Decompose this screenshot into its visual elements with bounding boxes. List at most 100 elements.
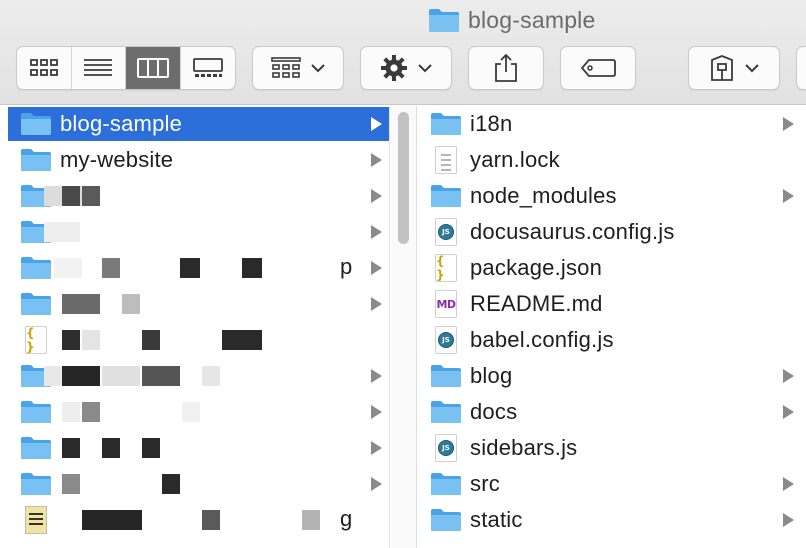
vertical-scrollbar[interactable]	[390, 106, 417, 548]
folder-row[interactable]	[0, 358, 389, 394]
redacted-block	[162, 474, 180, 494]
view-mode-segmented-control[interactable]	[16, 46, 236, 90]
dropbox-icon	[711, 55, 733, 81]
parent-column: blog-sample my-website p { } g	[0, 106, 390, 548]
js-file-icon: JS	[430, 326, 462, 354]
icons-view-button[interactable]	[17, 47, 72, 89]
js-file-badge: JS	[438, 332, 454, 348]
list-view-button[interactable]	[72, 47, 126, 89]
folder-row[interactable]: static	[417, 502, 806, 538]
item-label-fragment: p	[340, 254, 353, 279]
scrollbar-thumb[interactable]	[398, 112, 409, 244]
disclosure-arrow-icon	[783, 477, 794, 491]
folder-row[interactable]	[0, 286, 389, 322]
file-row[interactable]: MD README.md	[417, 286, 806, 322]
json-file-badge: { }	[436, 254, 445, 282]
markdown-file-icon: MD	[430, 290, 462, 318]
finder-toolbar: blog-sample	[0, 0, 806, 105]
redacted-block	[180, 258, 200, 278]
folder-row[interactable]: blog-sample	[0, 106, 389, 142]
file-row[interactable]: yarn.lock	[417, 142, 806, 178]
redacted-block	[82, 402, 100, 422]
redacted-block	[62, 402, 80, 422]
redacted-block	[142, 330, 160, 350]
file-row[interactable]: JS sidebars.js	[417, 430, 806, 466]
disclosure-arrow-icon	[371, 405, 382, 419]
redacted-block	[82, 186, 100, 206]
folder-icon	[20, 146, 52, 174]
folder-icon	[430, 506, 462, 534]
item-label: package.json	[470, 255, 603, 280]
disclosure-arrow-icon	[783, 369, 794, 383]
chevron-down-icon	[745, 64, 759, 73]
dropbox-button[interactable]	[688, 46, 780, 90]
disclosure-arrow-icon	[783, 189, 794, 203]
file-row[interactable]: JS docusaurus.config.js	[417, 214, 806, 250]
group-by-button[interactable]	[252, 46, 344, 90]
folder-row[interactable]	[0, 214, 389, 250]
disclosure-arrow-icon	[371, 117, 382, 131]
item-label: static	[470, 507, 523, 532]
disclosure-arrow-icon	[371, 189, 382, 203]
folder-row[interactable]: i18n	[417, 106, 806, 142]
share-button[interactable]	[468, 46, 544, 90]
redacted-block	[102, 438, 120, 458]
item-label: babel.config.js	[470, 327, 614, 352]
gallery-view-button[interactable]	[181, 47, 236, 89]
folder-row[interactable]: p	[0, 250, 389, 286]
disclosure-arrow-icon	[783, 405, 794, 419]
json-file-icon: { }	[20, 326, 52, 354]
file-row[interactable]: { }	[0, 322, 389, 358]
item-label: docs	[470, 399, 518, 424]
folder-row[interactable]: src	[417, 466, 806, 502]
folder-icon	[428, 7, 460, 33]
redacted-block	[82, 510, 142, 530]
redacted-block	[202, 510, 220, 530]
columns-view-button[interactable]	[126, 47, 181, 89]
folder-row[interactable]	[0, 466, 389, 502]
folder-row[interactable]	[0, 430, 389, 466]
folder-icon	[430, 362, 462, 390]
item-label-fragment: g	[340, 506, 353, 531]
overflow-toolbar-button[interactable]	[796, 46, 806, 90]
disclosure-arrow-icon	[371, 225, 382, 239]
file-row[interactable]: JS babel.config.js	[417, 322, 806, 358]
redacted-block	[62, 186, 80, 206]
folder-row[interactable]: blog	[417, 358, 806, 394]
item-label: yarn.lock	[470, 147, 560, 172]
item-label: i18n	[470, 111, 513, 136]
disclosure-arrow-icon	[371, 153, 382, 167]
item-label: node_modules	[470, 183, 617, 208]
window-title: blog-sample	[428, 4, 596, 36]
folder-row[interactable]: node_modules	[417, 178, 806, 214]
disclosure-arrow-icon	[783, 513, 794, 527]
item-label: sidebars.js	[470, 435, 578, 460]
action-button[interactable]	[360, 46, 452, 90]
disclosure-arrow-icon	[371, 477, 382, 491]
column-browser: blog-sample my-website p { } g i18n yarn.lock…	[0, 106, 806, 548]
redacted-block	[122, 294, 140, 314]
file-row[interactable]: { } package.json	[417, 250, 806, 286]
folder-row[interactable]: my-website	[0, 142, 389, 178]
item-label: README.md	[470, 291, 603, 316]
redacted-block	[142, 366, 180, 386]
redacted-block	[242, 258, 262, 278]
folder-row[interactable]	[0, 178, 389, 214]
gear-icon	[381, 55, 407, 81]
folder-row[interactable]: docs	[417, 394, 806, 430]
redacted-block	[62, 438, 80, 458]
redacted-block	[182, 402, 200, 422]
js-file-badge: JS	[438, 440, 454, 456]
folder-icon	[430, 398, 462, 426]
columns-icon	[136, 58, 169, 78]
item-label: blog-sample	[60, 111, 183, 136]
image-file-icon	[20, 506, 52, 534]
folder-icon	[430, 182, 462, 210]
file-row[interactable]: g	[0, 502, 389, 538]
grid-group-icon	[271, 57, 301, 78]
redacted-block	[62, 474, 80, 494]
folder-row[interactable]	[0, 394, 389, 430]
redacted-block	[82, 330, 100, 350]
icon-grid-icon	[29, 59, 58, 76]
tags-button[interactable]	[560, 46, 636, 90]
